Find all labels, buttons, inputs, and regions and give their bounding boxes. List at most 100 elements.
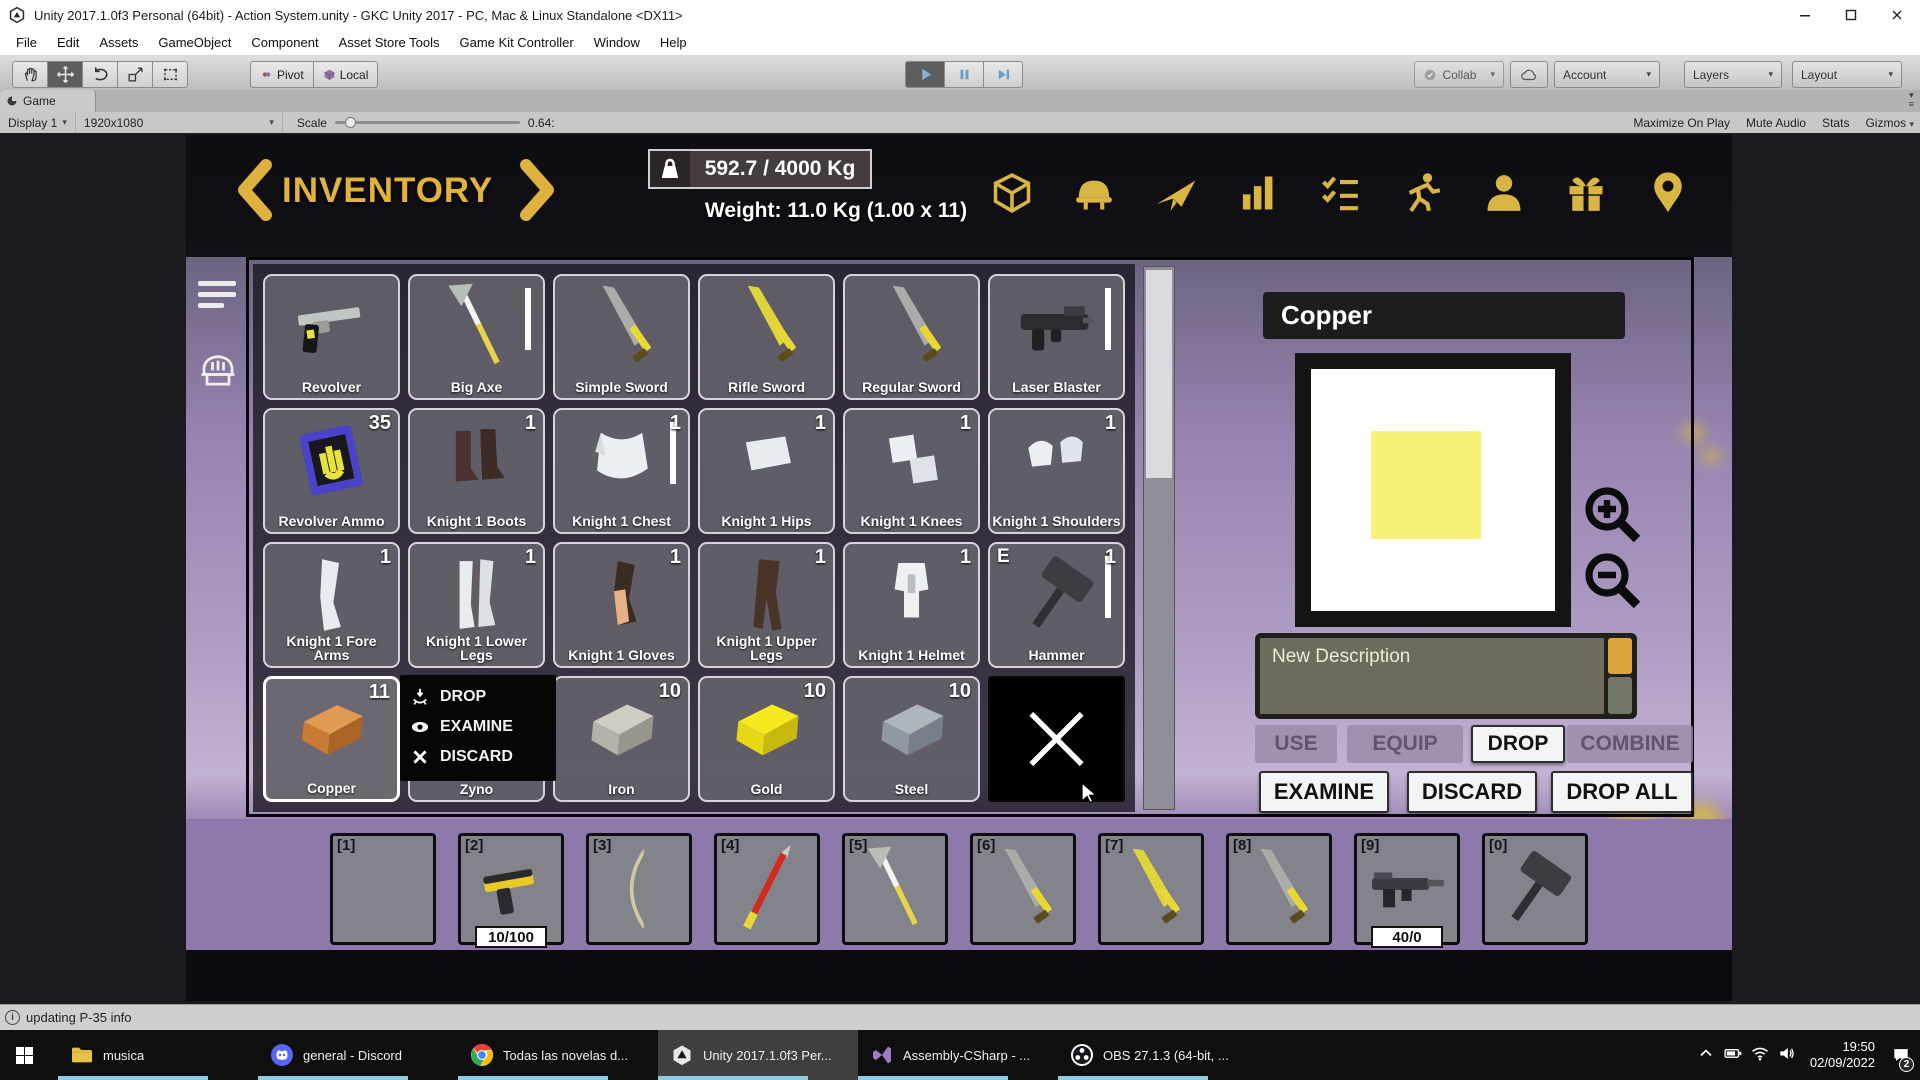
zoom-in-icon[interactable]: [1581, 483, 1645, 547]
menu-item-file[interactable]: File: [6, 30, 47, 55]
menu-item-component[interactable]: Component: [241, 30, 328, 55]
hotbar-slot-0[interactable]: [0]: [1482, 833, 1588, 945]
menu-item-edit[interactable]: Edit: [47, 30, 89, 55]
context-menu-item-discard[interactable]: DISCARD: [410, 742, 556, 772]
inventory-cell-knight-1-fore-arms[interactable]: 1Knight 1 Fore Arms: [263, 542, 400, 668]
start-button[interactable]: [0, 1030, 48, 1080]
inventory-cell-knight-1-shoulders[interactable]: 1Knight 1 Shoulders: [988, 408, 1125, 534]
armor-menu-icon[interactable]: [196, 347, 240, 391]
battery-icon[interactable]: [1723, 1043, 1743, 1068]
pane-menu-icon[interactable]: ▾≡: [1909, 91, 1914, 109]
action-button-examine[interactable]: EXAMINE: [1259, 771, 1389, 813]
item-description-input[interactable]: New Description: [1260, 638, 1604, 714]
runner-icon[interactable]: [1400, 171, 1444, 215]
account-dropdown[interactable]: Account▾: [1554, 61, 1660, 88]
hotbar-slot-3[interactable]: [3]: [586, 833, 692, 945]
action-button-equip[interactable]: EQUIP: [1347, 725, 1463, 763]
inventory-scrollbar-thumb[interactable]: [1146, 270, 1172, 478]
maximize-button[interactable]: [1828, 0, 1874, 30]
context-menu-item-examine[interactable]: EXAMINE: [410, 712, 556, 742]
inventory-cell-steel[interactable]: 10Steel: [843, 676, 980, 802]
taskbar-app-todas-las-novelas-d[interactable]: Todas las novelas d...: [458, 1030, 658, 1080]
menu-item-help[interactable]: Help: [650, 30, 697, 55]
action-button-use[interactable]: USE: [1255, 725, 1337, 763]
hotbar-slot-4[interactable]: [4]: [714, 833, 820, 945]
description-scrollbar[interactable]: [1608, 638, 1632, 714]
rotate-tool-button[interactable]: [83, 61, 118, 88]
menu-item-window[interactable]: Window: [584, 30, 650, 55]
scale-slider[interactable]: [335, 121, 520, 124]
hotbar-slot-6[interactable]: [6]: [970, 833, 1076, 945]
taskbar-app-assembly-csharp[interactable]: Assembly-CSharp - ...: [858, 1030, 1058, 1080]
menu-item-game-kit-controller[interactable]: Game Kit Controller: [450, 30, 584, 55]
inventory-cell-revolver[interactable]: Revolver: [263, 274, 400, 400]
cloud-button[interactable]: [1510, 61, 1548, 88]
close-button[interactable]: [1874, 0, 1920, 30]
inventory-cell-knight-1-upper-legs[interactable]: 1Knight 1 Upper Legs: [698, 542, 835, 668]
inventory-cell-knight-1-boots[interactable]: 1Knight 1 Boots: [408, 408, 545, 534]
stats-button[interactable]: Stats: [1822, 116, 1849, 130]
map-pin-icon[interactable]: [1646, 171, 1690, 215]
inventory-cell-close[interactable]: [988, 676, 1125, 802]
scale-slider-knob[interactable]: [345, 117, 356, 128]
local-toggle-button[interactable]: Local: [314, 61, 379, 88]
inventory-cell-knight-1-lower-legs[interactable]: 1Knight 1 Lower Legs: [408, 542, 545, 668]
menu-item-assets[interactable]: Assets: [89, 30, 148, 55]
network-icon[interactable]: [1750, 1043, 1770, 1068]
gift-icon[interactable]: [1564, 171, 1608, 215]
taskbar-app-musica[interactable]: musica: [58, 1030, 258, 1080]
play-button[interactable]: [905, 61, 945, 88]
inventory-cell-iron[interactable]: 10Iron: [553, 676, 690, 802]
menu-hamburger-icon[interactable]: [198, 281, 236, 314]
inventory-cell-knight-1-helmet[interactable]: 1Knight 1 Helmet: [843, 542, 980, 668]
gizmos-dropdown[interactable]: Gizmos ▾: [1865, 116, 1914, 130]
action-button-drop[interactable]: DROP: [1471, 725, 1565, 763]
pause-button[interactable]: [945, 61, 984, 88]
inventory-next-arrow[interactable]: [518, 159, 560, 221]
hotbar-slot-7[interactable]: [7]: [1098, 833, 1204, 945]
resolution-dropdown[interactable]: 1920x1080▾: [76, 112, 283, 133]
notification-center-icon[interactable]: 2: [1888, 1030, 1914, 1080]
menu-item-asset-store-tools[interactable]: Asset Store Tools: [329, 30, 450, 55]
plane-icon[interactable]: [1154, 171, 1198, 215]
helmet-icon[interactable]: [1072, 171, 1116, 215]
action-button-discard[interactable]: DISCARD: [1407, 771, 1537, 813]
hotbar-slot-8[interactable]: [8]: [1226, 833, 1332, 945]
inventory-cell-rifle-sword[interactable]: Rifle Sword: [698, 274, 835, 400]
volume-icon[interactable]: [1777, 1043, 1797, 1068]
step-button[interactable]: [984, 61, 1023, 88]
inventory-cell-copper[interactable]: 11Copper: [263, 676, 400, 802]
checklist-icon[interactable]: [1318, 171, 1362, 215]
person-icon[interactable]: [1482, 171, 1526, 215]
inventory-cell-regular-sword[interactable]: Regular Sword: [843, 274, 980, 400]
bar-chart-icon[interactable]: [1236, 171, 1280, 215]
menu-item-gameobject[interactable]: GameObject: [148, 30, 241, 55]
inventory-prev-arrow[interactable]: [232, 159, 274, 221]
hand-tool-button[interactable]: [12, 61, 48, 88]
hotbar-slot-1[interactable]: [1]: [330, 833, 436, 945]
inventory-cell-revolver-ammo[interactable]: 35Revolver Ammo: [263, 408, 400, 534]
cube-icon[interactable]: [990, 171, 1034, 215]
mute-audio-button[interactable]: Mute Audio: [1746, 116, 1806, 130]
inventory-scrollbar[interactable]: [1143, 266, 1175, 810]
inventory-cell-knight-1-hips[interactable]: 1Knight 1 Hips: [698, 408, 835, 534]
minimize-button[interactable]: [1782, 0, 1828, 30]
inventory-cell-knight-1-chest[interactable]: 1Knight 1 Chest: [553, 408, 690, 534]
taskbar-app-unity-2017-1-0f3-per[interactable]: Unity 2017.1.0f3 Per...: [658, 1030, 858, 1080]
inventory-cell-knight-1-gloves[interactable]: 1Knight 1 Gloves: [553, 542, 690, 668]
action-button-drop-all[interactable]: DROP ALL: [1551, 771, 1693, 813]
layers-dropdown[interactable]: Layers▾: [1684, 61, 1782, 88]
display-dropdown[interactable]: Display 1▾: [0, 112, 76, 133]
move-tool-button[interactable]: [48, 61, 83, 88]
rect-tool-button[interactable]: [153, 61, 188, 88]
taskbar-app-obs-27-1-3-64-bit[interactable]: OBS 27.1.3 (64-bit, ...: [1058, 1030, 1258, 1080]
inventory-cell-big-axe[interactable]: Big Axe: [408, 274, 545, 400]
taskbar-app-general-discord[interactable]: general - Discord: [258, 1030, 458, 1080]
collab-button[interactable]: Collab ▾: [1414, 61, 1504, 88]
context-menu-item-drop[interactable]: DROP: [410, 682, 556, 712]
pivot-toggle-button[interactable]: Pivot: [250, 61, 314, 88]
inventory-cell-laser-blaster[interactable]: Laser Blaster: [988, 274, 1125, 400]
inventory-cell-gold[interactable]: 10Gold: [698, 676, 835, 802]
scale-tool-button[interactable]: [118, 61, 153, 88]
inventory-cell-simple-sword[interactable]: Simple Sword: [553, 274, 690, 400]
